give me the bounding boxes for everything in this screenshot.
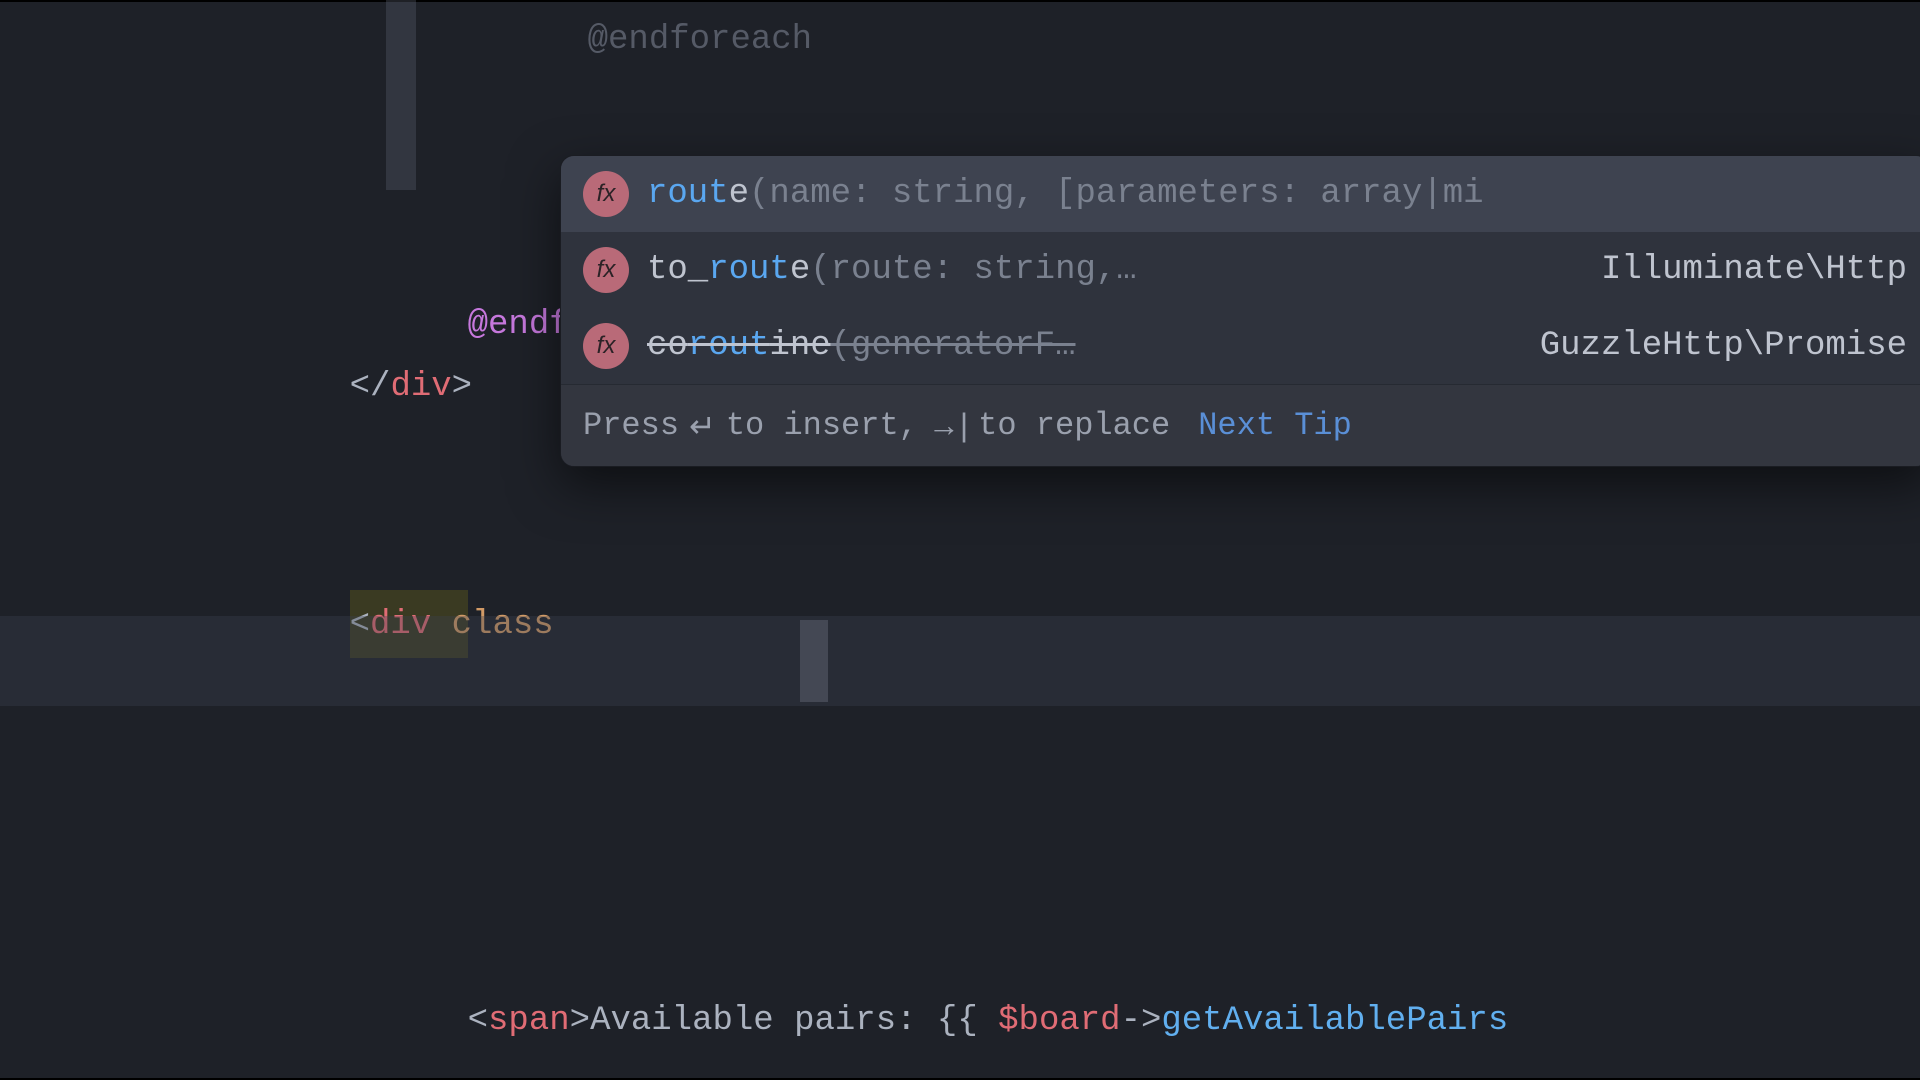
- code-line-current[interactable]: <span>{{ rout }}</span>: [0, 616, 1920, 706]
- autocomplete-item[interactable]: fx to_route(route: string,… Illuminate\H…: [561, 232, 1920, 308]
- code-line-blank: [0, 580, 1920, 616]
- autocomplete-popup[interactable]: fx route(name: string, [parameters: arra…: [560, 155, 1920, 467]
- code-line-blank: [0, 706, 1920, 796]
- autocomplete-item[interactable]: fx route(name: string, [parameters: arra…: [561, 156, 1920, 232]
- function-icon: fx: [583, 323, 629, 369]
- code-line: <span>Tiles left: {{ $board->getTileCoun…: [0, 1024, 1920, 1080]
- tab-key-icon: →|: [928, 407, 968, 444]
- code-line-blank: [0, 38, 1920, 100]
- code-line: <span>Available pairs: {{ $board->getAva…: [0, 886, 1920, 976]
- code-editor[interactable]: @endforeach @endforeach </div> <div clas…: [0, 0, 1920, 1080]
- function-icon: fx: [583, 171, 629, 217]
- code-line-blank: [0, 976, 1920, 1024]
- function-icon: fx: [583, 247, 629, 293]
- autocomplete-hint: Press ↵ to insert, →| to replace Next Ti…: [561, 384, 1920, 466]
- enter-key-icon: ↵: [689, 407, 716, 445]
- code-line-blank: [0, 796, 1920, 886]
- next-tip-link[interactable]: Next Tip: [1198, 407, 1352, 444]
- code-line: @endforeach: [0, 0, 1920, 38]
- code-line: <div class: [0, 490, 1920, 580]
- autocomplete-item[interactable]: fx coroutine(generatorF… GuzzleHttp\Prom…: [561, 308, 1920, 384]
